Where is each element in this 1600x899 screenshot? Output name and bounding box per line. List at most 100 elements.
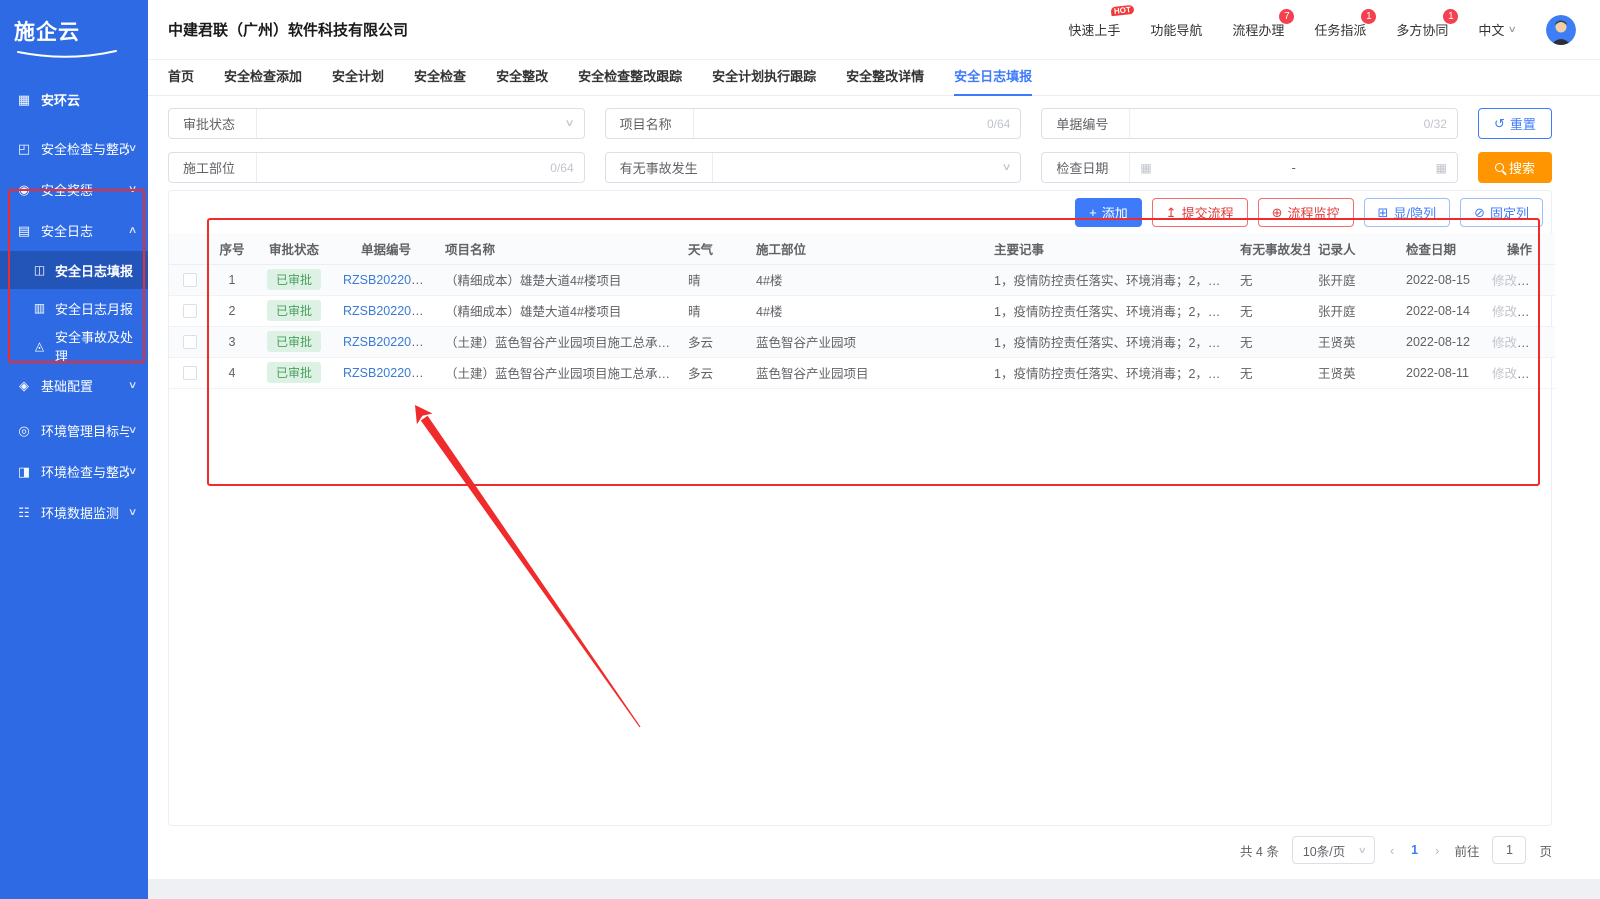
project-name-input[interactable]: 项目名称 0/64 bbox=[605, 108, 1022, 139]
chevron-down-icon: ∨ bbox=[128, 143, 138, 154]
flow-monitor-button[interactable]: ⊕ 流程监控 bbox=[1258, 198, 1354, 227]
sidebar-item-label: 基础配置 bbox=[41, 376, 129, 395]
delete-link[interactable]: 删除 bbox=[1527, 274, 1552, 288]
cell-project: （精细成本）雄楚大道4#楼项目 bbox=[437, 295, 680, 326]
sidebar-item-base-config[interactable]: ◈ 基础配置 ∨ bbox=[0, 365, 148, 406]
modify-link[interactable]: 修改 bbox=[1492, 336, 1517, 350]
delete-link[interactable]: 删除 bbox=[1527, 305, 1552, 319]
doc-no-link[interactable]: RZSB2022080001 bbox=[343, 366, 437, 380]
col-recorder: 记录人 bbox=[1310, 233, 1398, 264]
submit-flow-button[interactable]: ↥ 提交流程 bbox=[1152, 198, 1248, 227]
show-hide-columns-button[interactable]: ⊞ 显/隐列 bbox=[1364, 198, 1451, 227]
sidebar: 施企云 ▦ 安环云 ◰ 安全检查与整改 ∨ ◉ 安全奖惩 ∨ ▤ 安全日志 ∧ … bbox=[0, 0, 148, 899]
modify-link[interactable]: 修改 bbox=[1492, 274, 1517, 288]
field-label: 施工部位 bbox=[169, 153, 257, 182]
cell-part: 蓝色智谷产业园项 bbox=[748, 326, 986, 357]
monitor-icon: ☷ bbox=[16, 505, 32, 521]
tab-home[interactable]: 首页 bbox=[168, 60, 194, 96]
env-check-icon: ◨ bbox=[16, 464, 32, 480]
language-switcher[interactable]: 中文 ∨ bbox=[1478, 20, 1516, 39]
col-no: 序号 bbox=[211, 233, 253, 264]
field-label: 检查日期 bbox=[1042, 153, 1130, 182]
field-label: 有无事故发生 bbox=[606, 153, 713, 182]
col-ops: 操作 bbox=[1484, 233, 1555, 264]
nav-quick-start[interactable]: 快速上手 HOT bbox=[1068, 20, 1120, 39]
nav-process-handle[interactable]: 流程办理 7 bbox=[1232, 20, 1284, 39]
row-checkbox[interactable] bbox=[183, 304, 197, 318]
pagination: 共 4 条 10条/页 ∨ ‹ 1 › 前往 1 页 bbox=[1240, 836, 1552, 864]
construction-part-input[interactable]: 施工部位 0/64 bbox=[168, 152, 585, 183]
upload-icon: ↥ bbox=[1166, 205, 1177, 221]
sidebar-item-safety-reward[interactable]: ◉ 安全奖惩 ∨ bbox=[0, 169, 148, 210]
nav-collaboration[interactable]: 多方协同 1 bbox=[1396, 20, 1448, 39]
cell-accident: 无 bbox=[1232, 357, 1310, 388]
check-date-range[interactable]: 检查日期 ▦ - ▦ bbox=[1041, 152, 1458, 183]
page-number[interactable]: 1 bbox=[1409, 843, 1420, 857]
main-area: 中建君联（广州）软件科技有限公司 快速上手 HOT 功能导航 流程办理 7 任务… bbox=[148, 0, 1600, 899]
modify-link[interactable]: 修改 bbox=[1492, 367, 1517, 381]
sidebar-item-safety-log-monthly[interactable]: ▥ 安全日志月报 bbox=[0, 289, 148, 327]
cell-recorder: 王贤英 bbox=[1310, 326, 1398, 357]
show-hide-columns-label: 显/隐列 bbox=[1393, 203, 1436, 222]
table-row: 3 已审批 RZSB2022080002 （土建）蓝色智谷产业园项目施工总承包工… bbox=[169, 326, 1555, 357]
doc-no-input[interactable]: 单据编号 0/32 bbox=[1041, 108, 1458, 139]
calendar-icon: ▦ bbox=[1436, 161, 1447, 175]
cell-weather: 多云 bbox=[680, 326, 748, 357]
accident-select[interactable]: 有无事故发生 ∨ bbox=[605, 152, 1022, 183]
tab-rectify-detail[interactable]: 安全整改详情 bbox=[846, 60, 924, 96]
row-checkbox[interactable] bbox=[183, 366, 197, 380]
tab-check-rectify-track[interactable]: 安全检查整改跟踪 bbox=[578, 60, 682, 96]
delete-link[interactable]: 删除 bbox=[1527, 367, 1552, 381]
chevron-up-icon: ∧ bbox=[128, 225, 138, 236]
sidebar-item-label: 安全检查与整改 bbox=[41, 139, 129, 158]
sidebar-item-env-target[interactable]: ◎ 环境管理目标与... ∨ bbox=[0, 410, 148, 451]
modify-link[interactable]: 修改 bbox=[1492, 305, 1517, 319]
row-checkbox[interactable] bbox=[183, 335, 197, 349]
cell-notes: 1，疫情防控责任落实、环境消毒；2，人员每... bbox=[986, 295, 1232, 326]
sidebar-item-anhuanyun[interactable]: ▦ 安环云 bbox=[0, 79, 148, 120]
cell-recorder: 张开庭 bbox=[1310, 264, 1398, 295]
table-card: + 添加 ↥ 提交流程 ⊕ 流程监控 ⊞ 显/隐列 ⊘ 固定列 bbox=[168, 190, 1552, 826]
cell-project: （精细成本）雄楚大道4#楼项目 bbox=[437, 264, 680, 295]
row-checkbox[interactable] bbox=[183, 273, 197, 287]
tab-plan-exec-track[interactable]: 安全计划执行跟踪 bbox=[712, 60, 816, 96]
doc-no-link[interactable]: RZSB2022080003 bbox=[343, 304, 437, 318]
logo-swoosh-icon bbox=[16, 48, 120, 60]
doc-no-link[interactable]: RZSB2022080002 bbox=[343, 335, 437, 349]
app-root: 施企云 ▦ 安环云 ◰ 安全检查与整改 ∨ ◉ 安全奖惩 ∨ ▤ 安全日志 ∧ … bbox=[0, 0, 1600, 899]
tab-safety-rectify[interactable]: 安全整改 bbox=[496, 60, 548, 96]
search-button[interactable]: 搜索 bbox=[1478, 152, 1552, 183]
reset-button[interactable]: ↺ 重置 bbox=[1478, 108, 1552, 139]
tab-safety-check-add[interactable]: 安全检查添加 bbox=[224, 60, 302, 96]
prev-page-button[interactable]: ‹ bbox=[1388, 843, 1396, 858]
goto-page-input[interactable]: 1 bbox=[1492, 836, 1526, 864]
paperclip-icon: ⊘ bbox=[1474, 205, 1485, 221]
page-size-select[interactable]: 10条/页 ∨ bbox=[1292, 836, 1375, 864]
col-project: 项目名称 bbox=[437, 233, 680, 264]
sidebar-item-safety-log[interactable]: ▤ 安全日志 ∧ bbox=[0, 210, 148, 251]
sidebar-item-safety-check[interactable]: ◰ 安全检查与整改 ∨ bbox=[0, 128, 148, 169]
nav-label: 快速上手 bbox=[1068, 23, 1120, 38]
nav-task-assign[interactable]: 任务指派 1 bbox=[1314, 20, 1366, 39]
tab-safety-log-fill[interactable]: 安全日志填报 bbox=[954, 60, 1032, 96]
tab-safety-check[interactable]: 安全检查 bbox=[414, 60, 466, 96]
cell-date: 2022-08-11 bbox=[1398, 357, 1484, 388]
top-nav: 快速上手 HOT 功能导航 流程办理 7 任务指派 1 多方协同 1 bbox=[1068, 15, 1576, 45]
chevron-down-icon: ∨ bbox=[128, 507, 138, 518]
cell-project: （土建）蓝色智谷产业园项目施工总承包工程 bbox=[437, 357, 680, 388]
sidebar-item-safety-accident[interactable]: ◬ 安全事故及处理 bbox=[0, 327, 148, 365]
tab-safety-plan[interactable]: 安全计划 bbox=[332, 60, 384, 96]
cube-icon: ◰ bbox=[16, 141, 32, 157]
sidebar-item-env-monitor[interactable]: ☷ 环境数据监测 ∨ bbox=[0, 492, 148, 533]
delete-link[interactable]: 删除 bbox=[1527, 336, 1552, 350]
avatar[interactable] bbox=[1546, 15, 1576, 45]
search-icon bbox=[1495, 163, 1504, 172]
nav-function-guide[interactable]: 功能导航 bbox=[1150, 20, 1202, 39]
add-button[interactable]: + 添加 bbox=[1075, 198, 1142, 227]
sidebar-item-env-check[interactable]: ◨ 环境检查与整改 ∨ bbox=[0, 451, 148, 492]
next-page-button[interactable]: › bbox=[1433, 843, 1441, 858]
sidebar-item-safety-log-fill[interactable]: ◫ 安全日志填报 bbox=[0, 251, 148, 289]
fixed-columns-button[interactable]: ⊘ 固定列 bbox=[1460, 198, 1543, 227]
approval-status-select[interactable]: 审批状态 ∨ bbox=[168, 108, 585, 139]
doc-no-link[interactable]: RZSB2022080004 bbox=[343, 273, 437, 287]
